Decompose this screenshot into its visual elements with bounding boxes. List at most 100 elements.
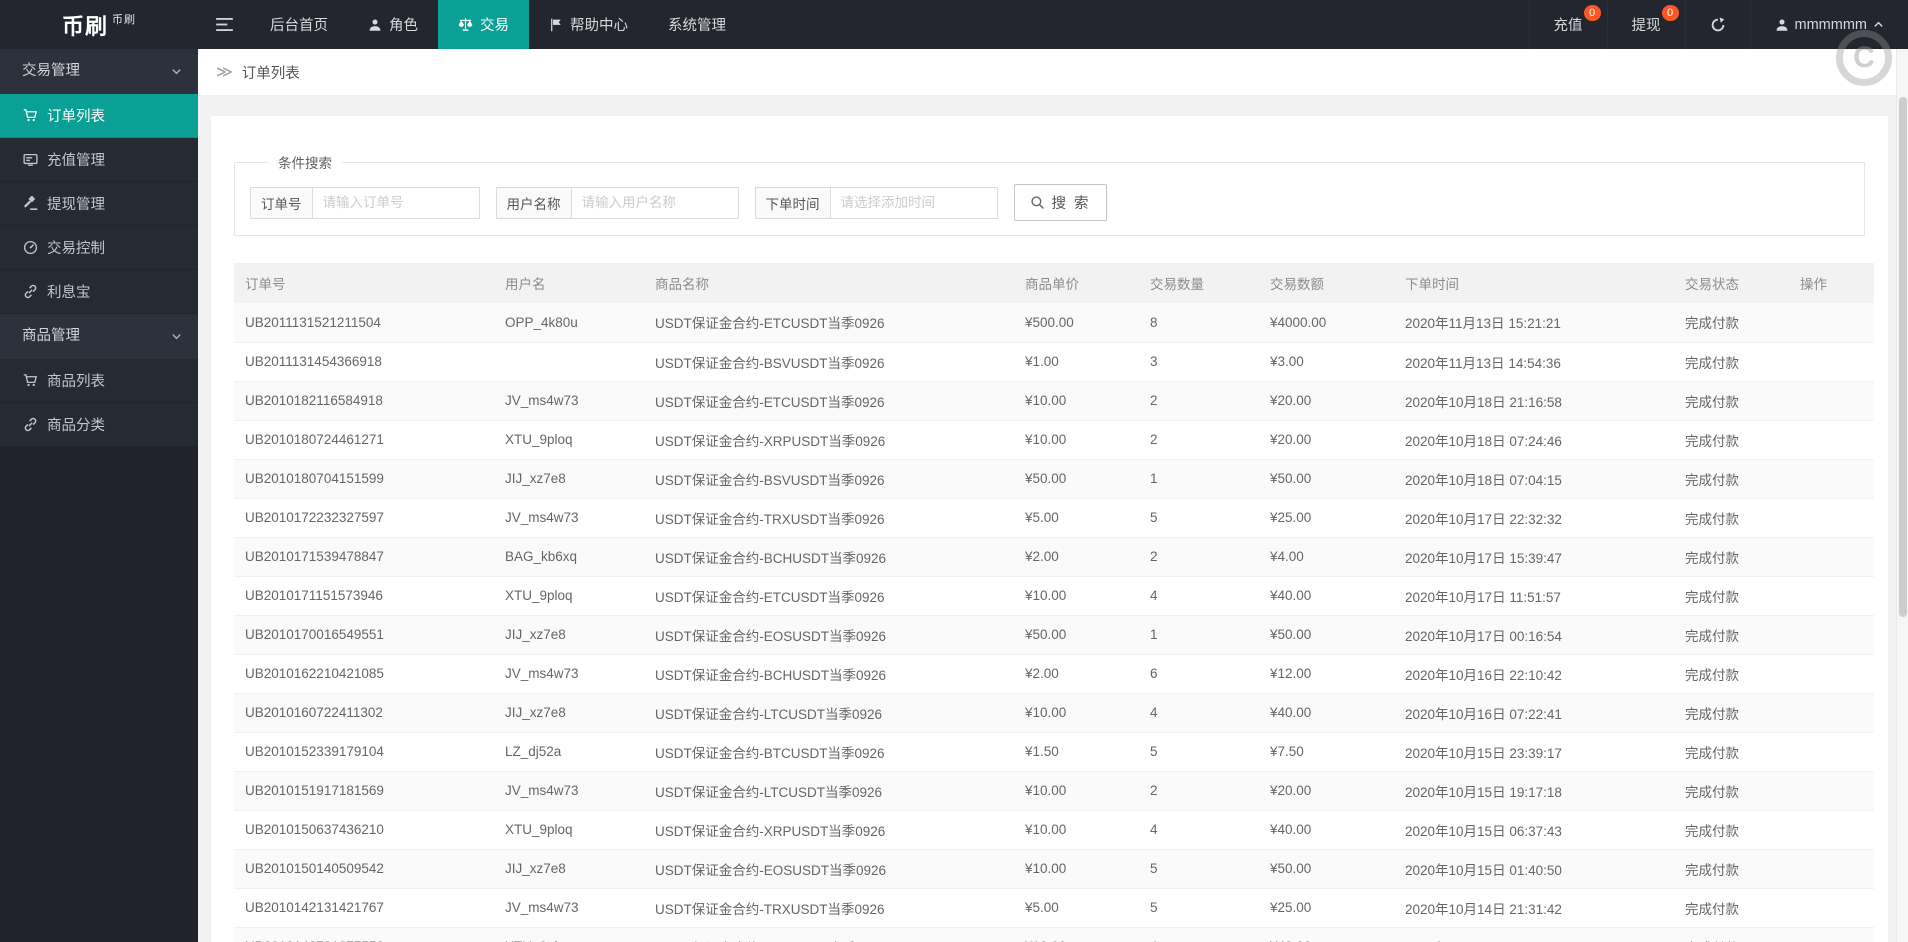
table-cell — [1789, 732, 1874, 772]
table-cell: ¥10.00 — [1014, 849, 1139, 889]
sidebar-group-7[interactable]: 商品管理 — [0, 314, 198, 359]
nav-item-3[interactable]: 交易 — [438, 0, 529, 49]
search-field-label: 下单时间 — [755, 187, 831, 218]
table-cell: ¥40.00 — [1259, 810, 1394, 850]
table-row-1: UB2011131521211504 OPP_4k80u USDT保证金合约-ETC… — [234, 303, 1874, 343]
sidebar-collapse-button[interactable] — [198, 0, 250, 49]
user-menu[interactable]: mmmmmm — [1749, 0, 1908, 49]
person-icon — [368, 18, 382, 32]
table-cell: 完成付款 — [1674, 849, 1789, 889]
column-header: 用户名 — [494, 263, 644, 303]
table-cell: 4 — [1139, 576, 1259, 616]
search-field-group-3: 下单时间 — [754, 186, 998, 219]
nav-item-2[interactable]: 角色 — [348, 0, 438, 49]
table-cell: OPP_4k80u — [494, 303, 644, 343]
table-cell: UB2010171539478847 — [234, 537, 494, 577]
sidebar-item-8[interactable]: 商品列表 — [0, 359, 198, 403]
table-cell: JV_ms4w73 — [494, 498, 644, 538]
nav-item-5[interactable]: 系统管理 — [648, 0, 746, 49]
table-cell: XTU_9ploq — [494, 810, 644, 850]
table-cell — [1789, 420, 1874, 460]
table-cell: 完成付款 — [1674, 771, 1789, 811]
table-cell: 2020年10月17日 00:16:54 — [1394, 615, 1674, 655]
table-cell: 2020年10月15日 01:40:50 — [1394, 849, 1674, 889]
brand-logo-text: 币刷 — [61, 13, 108, 39]
table-cell: 5 — [1139, 498, 1259, 538]
table-cell: UB2010170016549551 — [234, 615, 494, 655]
table-cell: 完成付款 — [1674, 732, 1789, 772]
sidebar-group-1[interactable]: 交易管理 — [0, 49, 198, 94]
table-cell: ¥50.00 — [1014, 615, 1139, 655]
table-cell: JIJ_xz7e8 — [494, 693, 644, 733]
recharge-badge: 0 — [1583, 5, 1601, 21]
table-cell: 完成付款 — [1674, 498, 1789, 538]
table-cell: ¥10.00 — [1014, 576, 1139, 616]
table-cell: ¥1.00 — [1014, 342, 1139, 382]
table-cell: ¥4000.00 — [1259, 303, 1394, 343]
vertical-scrollbar[interactable] — [1896, 49, 1908, 942]
sidebar-item-5[interactable]: 交易控制 — [0, 226, 198, 270]
table-cell: ¥10.00 — [1014, 381, 1139, 421]
table-cell: USDT保证金合约-LTCUSDT当季0926 — [644, 771, 1014, 811]
refresh-button[interactable] — [1684, 0, 1750, 49]
table-cell: ¥20.00 — [1259, 420, 1394, 460]
sidebar-item-2[interactable]: 订单列表 — [0, 94, 198, 138]
sidebar-item-4[interactable]: 提现管理 — [0, 182, 198, 226]
table-cell: 3 — [1139, 342, 1259, 382]
table-cell: 2020年10月14日 07:01:07 — [1394, 927, 1674, 942]
table-cell: 2020年10月18日 07:04:15 — [1394, 459, 1674, 499]
sidebar-item-label: 利息宝 — [47, 285, 91, 301]
table-cell: XTU_9ploq — [494, 927, 644, 942]
table-cell: ¥500.00 — [1014, 303, 1139, 343]
column-header: 商品名称 — [644, 263, 1014, 303]
table-row-7: UB2010171539478847 BAG_kb6xq USDT保证金合约-BCH… — [234, 537, 1874, 577]
search-icon — [1030, 195, 1045, 210]
table-row-8: UB2010171151573946 XTU_9ploq USDT保证金合约-ETC… — [234, 576, 1874, 616]
table-cell: UB2011131521211504 — [234, 303, 494, 343]
table-cell — [1789, 849, 1874, 889]
table-cell: UB2010171151573946 — [234, 576, 494, 616]
table-cell: 6 — [1139, 654, 1259, 694]
top-navbar: 币刷 币刷 后台首页 角色 交易 帮助中心 系统管理 充值 0 提现 0 mmmmmm — [0, 0, 1908, 49]
table-cell: USDT保证金合约-EOSUSDT当季0926 — [644, 849, 1014, 889]
table-cell: 完成付款 — [1674, 810, 1789, 850]
table-cell — [1789, 693, 1874, 733]
table-row-9: UB2010170016549551 JIJ_xz7e8 USDT保证金合约-EOS… — [234, 615, 1874, 655]
table-cell: ¥50.00 — [1259, 615, 1394, 655]
table-cell: ¥5.00 — [1014, 888, 1139, 928]
sidebar-item-6[interactable]: 利息宝 — [0, 270, 198, 314]
recharge-nav-button[interactable]: 充值 0 — [1528, 0, 1607, 49]
nav-item-4[interactable]: 帮助中心 — [529, 0, 648, 49]
nav-item-1[interactable]: 后台首页 — [250, 0, 348, 49]
table-cell: 完成付款 — [1674, 888, 1789, 928]
table-cell — [1789, 654, 1874, 694]
cart-icon — [23, 108, 38, 123]
withdraw-nav-button[interactable]: 提现 0 — [1606, 0, 1685, 49]
orders-header-row: 订单号 用户名 商品名称 商品单价 交易数量 交易数额 下单时间 交易状态 操作 — [234, 263, 1874, 303]
search-button-label: 搜 索 — [1051, 196, 1091, 212]
search-button[interactable]: 搜 索 — [1013, 184, 1107, 221]
table-cell: USDT保证金合约-ETCUSDT当季0926 — [644, 576, 1014, 616]
table-cell: ¥20.00 — [1259, 771, 1394, 811]
sidebar-group-label: 商品管理 — [22, 328, 80, 344]
table-cell: 完成付款 — [1674, 537, 1789, 577]
sidebar-item-9[interactable]: 商品分类 — [0, 403, 198, 447]
table-cell — [1789, 771, 1874, 811]
cart-icon — [23, 373, 38, 388]
link-icon — [23, 284, 38, 299]
table-cell: ¥5.00 — [1014, 498, 1139, 538]
table-cell: BAG_kb6xq — [494, 537, 644, 577]
table-cell: ¥10.00 — [1014, 420, 1139, 460]
sidebar-item-3[interactable]: 充值管理 — [0, 138, 198, 182]
scrollbar-thumb[interactable] — [1899, 97, 1907, 617]
table-cell: UB2010182116584918 — [234, 381, 494, 421]
chevron-down-icon — [171, 314, 182, 359]
table-cell: JIJ_xz7e8 — [494, 459, 644, 499]
table-cell: ¥2.00 — [1014, 654, 1139, 694]
column-header: 操作 — [1789, 263, 1874, 303]
search-input-1[interactable] — [312, 187, 479, 218]
search-input-2[interactable] — [571, 187, 738, 218]
table-cell: LZ_dj52a — [494, 732, 644, 772]
search-input-3[interactable] — [830, 187, 997, 218]
table-cell: ¥25.00 — [1259, 888, 1394, 928]
